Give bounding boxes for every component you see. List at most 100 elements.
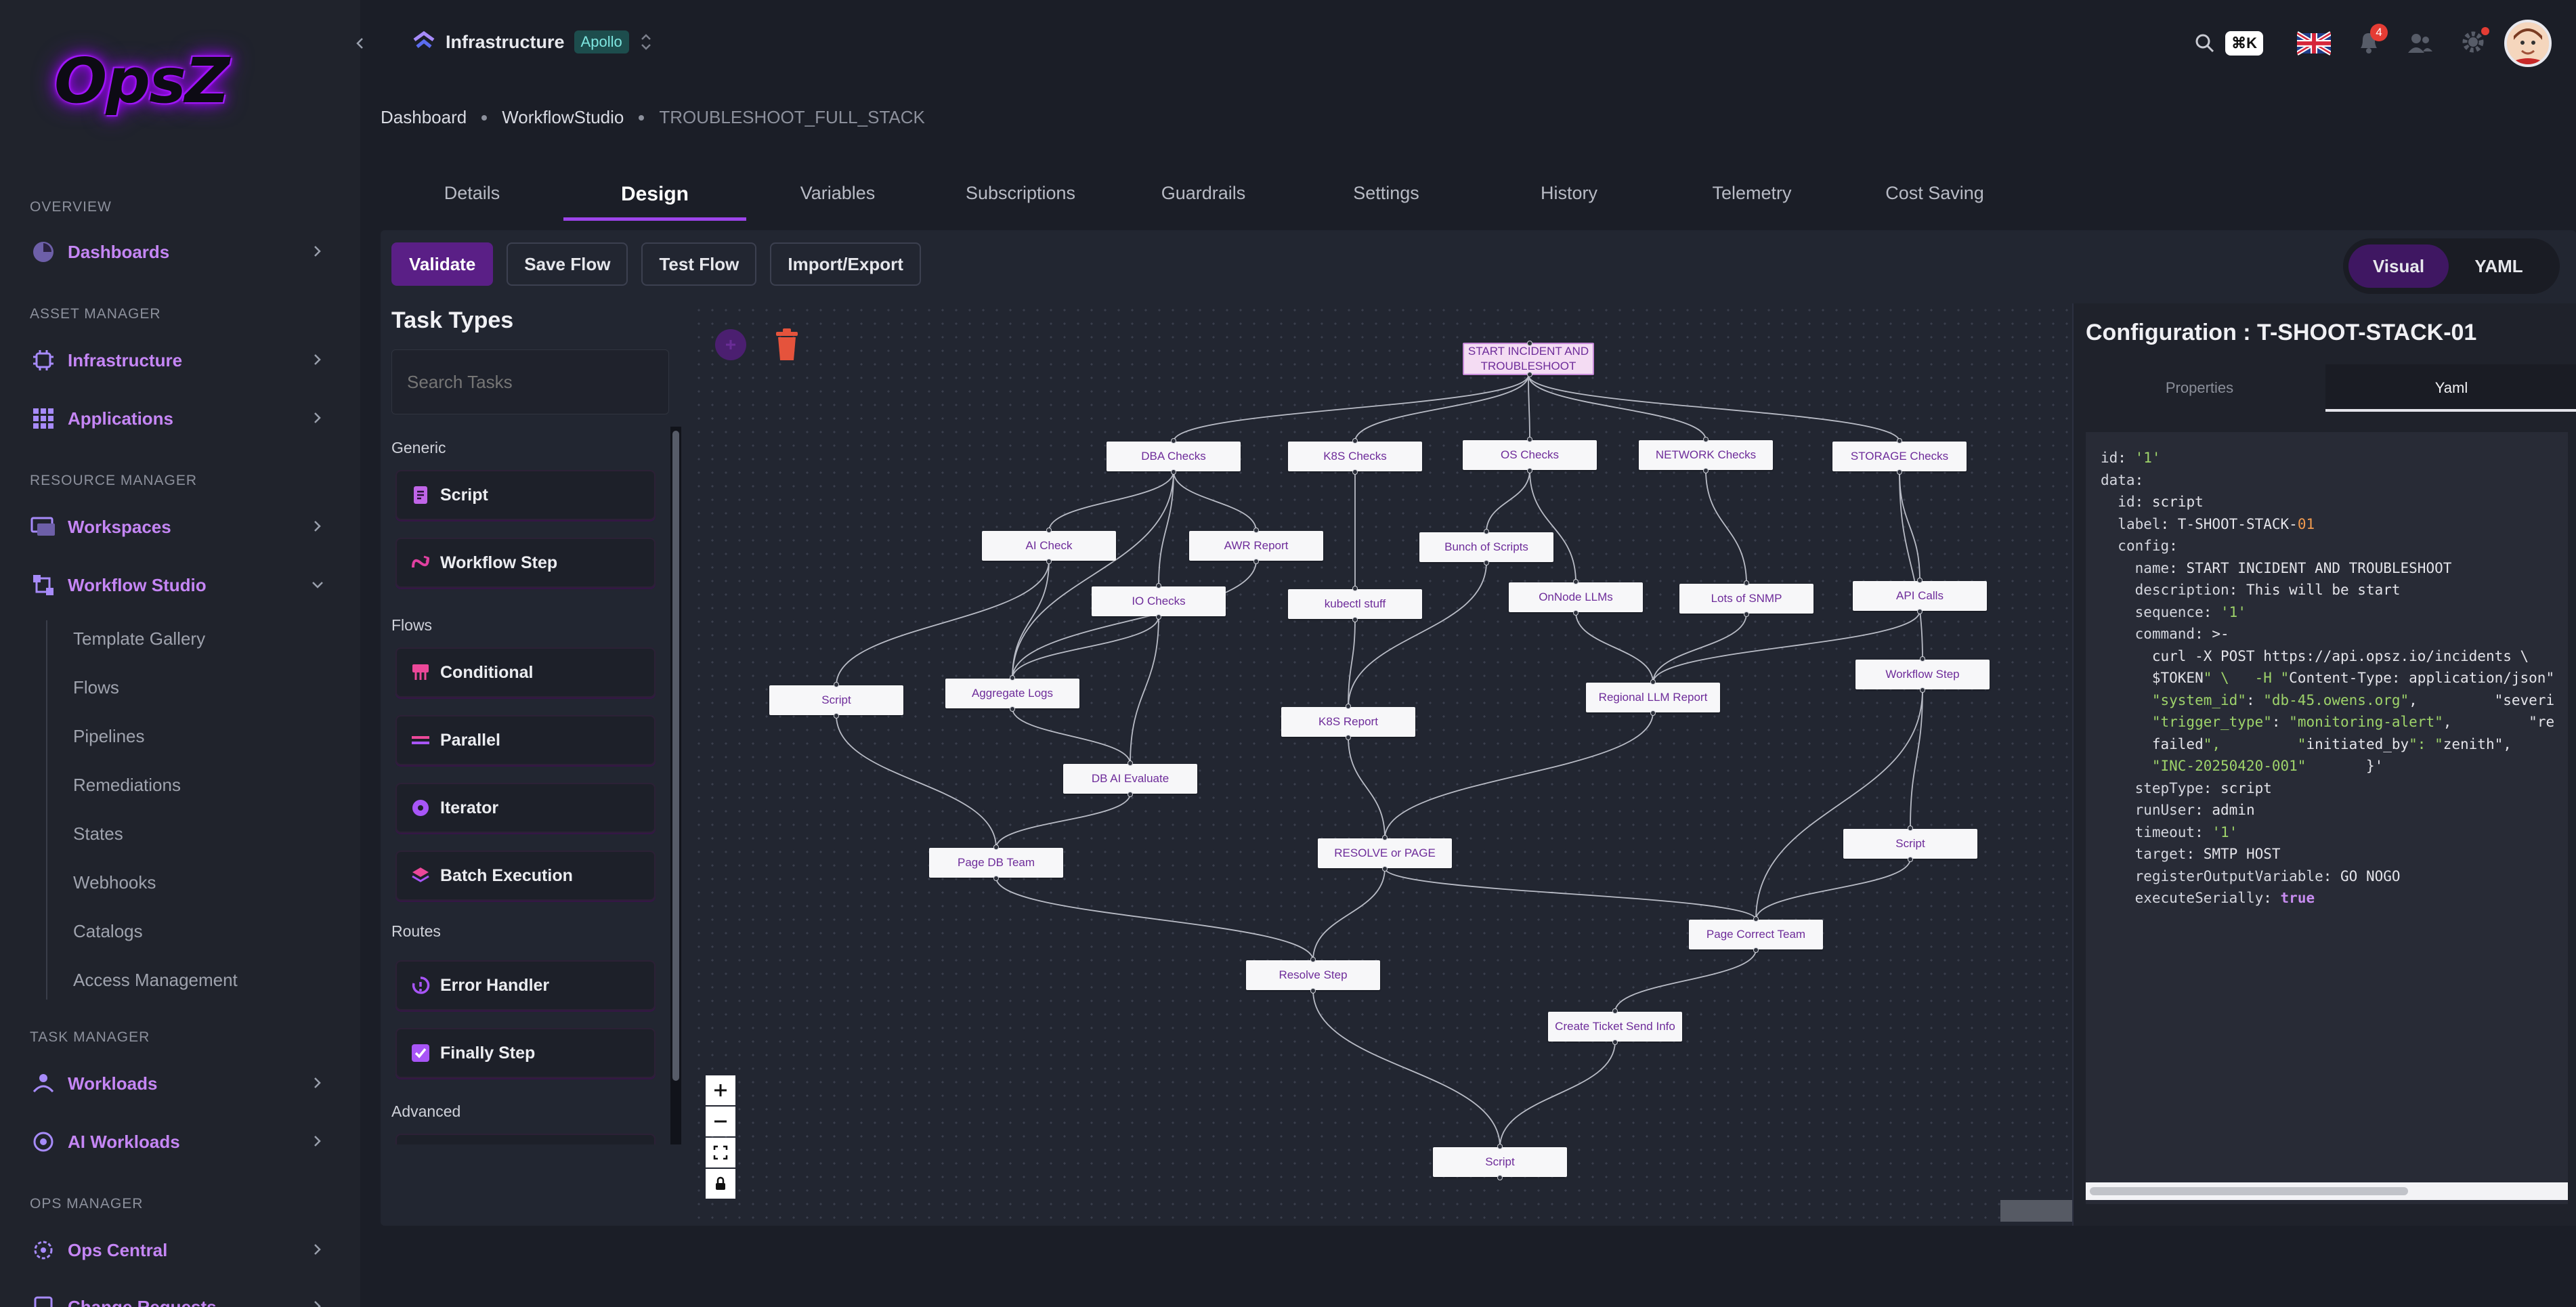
task-item-workflow-step[interactable]: Workflow Step [395,538,656,588]
test-flow-button[interactable]: Test Flow [641,242,757,286]
zoom-in-button[interactable] [706,1075,735,1105]
uk-flag-icon[interactable] [2297,31,2331,56]
sidebar-item-infrastructure[interactable]: Infrastructure [30,340,328,381]
flow-node-script1[interactable]: Script [769,682,903,719]
node-handle-bottom[interactable] [1128,792,1133,797]
flow-node-awr[interactable]: AWR Report [1189,528,1323,564]
node-handle-bottom[interactable] [1753,947,1759,953]
flow-node-resolvestep[interactable]: Resolve Step [1246,957,1380,993]
sidebar-item-ai-workloads[interactable]: AI Workloads [30,1121,328,1162]
settings-button[interactable] [2460,26,2489,59]
notifications-button[interactable]: 4 [2357,23,2388,58]
node-handle-top[interactable] [1917,578,1923,583]
flow-edge[interactable] [1384,867,1757,920]
flow-node-net[interactable]: NETWORK Checks [1639,437,1773,473]
node-handle-top[interactable] [1171,438,1176,444]
flow-edge[interactable] [1312,989,1501,1148]
yaml-view-button[interactable]: YAML [2449,244,2549,288]
node-handle-top[interactable] [1573,579,1579,584]
flow-node-k8s[interactable]: K8S Checks [1288,438,1422,475]
delete-node-button[interactable] [773,328,800,362]
flow-edge[interactable] [1354,374,1529,442]
flow-edge[interactable] [836,560,1050,686]
task-item-batch-execution[interactable]: Batch Execution [395,851,656,901]
opsz-logo[interactable]: OpsZ [54,45,230,119]
flow-node-dbai[interactable]: DB AI Evaluate [1063,760,1197,797]
sidebar-subitem-pipelines[interactable]: Pipelines [73,726,145,747]
node-handle-top[interactable] [1497,1144,1503,1149]
sidebar-item-workloads[interactable]: Workloads [30,1063,328,1104]
node-handle-top[interactable] [1527,341,1532,346]
search-tasks-input[interactable] [391,349,669,414]
search-button[interactable]: ⌘K [2194,31,2263,56]
node-handle-bottom[interactable] [1346,735,1351,740]
zoom-out-button[interactable] [706,1107,735,1136]
node-handle-bottom[interactable] [1382,866,1388,872]
flow-node-pagecorrect[interactable]: Page Correct Team [1689,916,1823,953]
node-handle-bottom[interactable] [1527,372,1532,377]
flow-edge[interactable] [995,877,1314,961]
node-handle-top[interactable] [1650,679,1656,685]
node-handle-bottom[interactable] [1497,1175,1503,1180]
node-handle-bottom[interactable] [1917,609,1923,614]
tab-properties[interactable]: Properties [2074,364,2325,412]
flow-node-ticket[interactable]: Create Ticket Send Info [1548,1008,1682,1045]
scrollbar-thumb[interactable] [2090,1187,2408,1195]
flow-node-resolvepage[interactable]: RESOLVE or PAGE [1318,835,1452,872]
node-handle-top[interactable] [993,844,999,850]
flow-edge[interactable] [836,714,997,849]
sidebar-subitem-states[interactable]: States [73,823,123,844]
flow-edge[interactable] [1705,469,1747,584]
scrollbar-thumb[interactable] [672,431,679,1081]
task-item-finally-step[interactable]: Finally Step [395,1028,656,1078]
node-handle-bottom[interactable] [1908,857,1913,862]
sidebar-subitem-webhooks[interactable]: Webhooks [73,872,156,893]
node-handle-bottom[interactable] [1744,612,1749,617]
flow-node-os[interactable]: OS Checks [1463,437,1597,473]
flow-edge[interactable] [1173,374,1529,442]
flow-edge[interactable] [1012,560,1050,679]
node-handle-top[interactable] [1046,528,1052,533]
flow-node-script3[interactable]: Script [1433,1144,1567,1180]
node-handle-top[interactable] [1310,957,1316,962]
breadcrumb-workflowstudio[interactable]: WorkflowStudio [502,107,624,128]
node-handle-top[interactable] [1352,438,1358,444]
node-handle-top[interactable] [1703,437,1709,442]
task-item-advanced-partial[interactable] [395,1134,656,1144]
flow-edge[interactable] [1012,560,1257,679]
sidebar-item-dashboards[interactable]: Dashboards [30,232,328,272]
task-item-parallel[interactable]: Parallel [395,715,656,765]
sidebar-item-applications[interactable]: Applications [30,398,328,439]
flow-edge[interactable] [1012,708,1131,765]
sidebar-subitem-flows[interactable]: Flows [73,677,119,698]
tab-settings[interactable]: Settings [1295,172,1478,221]
flow-edge[interactable] [1130,616,1159,765]
flow-edge[interactable] [1312,867,1386,961]
flow-node-agg[interactable]: Aggregate Logs [945,675,1079,712]
node-handle-bottom[interactable] [1897,469,1902,475]
flow-edge[interactable] [1499,1041,1616,1148]
node-handle-top[interactable] [1612,1008,1618,1014]
sidebar-item-ops-central[interactable]: Ops Central [30,1230,328,1270]
node-handle-bottom[interactable] [1612,1040,1618,1045]
flow-node-onnode[interactable]: OnNode LLMs [1509,579,1643,616]
node-handle-bottom[interactable] [1703,468,1709,473]
collapse-sidebar-button[interactable] [347,30,374,57]
users-icon[interactable] [2407,31,2434,56]
flow-node-regional[interactable]: Regional LLM Report [1586,679,1720,716]
flow-edge[interactable] [1755,689,1923,920]
validate-button[interactable]: Validate [391,242,494,286]
node-handle-bottom[interactable] [1046,559,1052,564]
node-handle-top[interactable] [1010,675,1015,681]
flow-edge[interactable] [1528,374,1530,441]
flow-canvas[interactable]: START INCIDENT AND TROUBLESHOOT DBA Check… [692,303,2071,1224]
visual-view-button[interactable]: Visual [2348,244,2449,288]
flow-node-kubectl[interactable]: kubectl stuff [1288,586,1422,622]
tab-cost-saving[interactable]: Cost Saving [1843,172,2026,221]
node-handle-bottom[interactable] [1573,610,1579,616]
flow-node-script2[interactable]: Script [1843,826,1977,862]
yaml-editor[interactable]: id: '1' data: id: script label: T-SHOOT-… [2086,432,2568,1204]
task-item-script[interactable]: Script [395,470,656,520]
node-handle-top[interactable] [1346,704,1351,709]
node-handle-top[interactable] [1382,835,1388,840]
